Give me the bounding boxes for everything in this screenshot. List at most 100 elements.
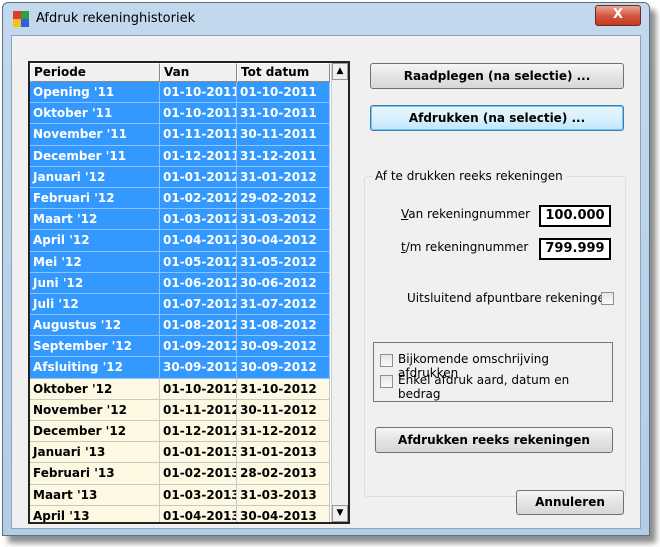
table-row[interactable]: Afsluiting '12 30-09-2012 30-09-2012 [30,357,330,379]
table-row[interactable]: Juli '12 01-07-2012 31-07-2012 [30,293,330,316]
table-cell-periode: Oktober '11 [30,103,160,125]
afpuntbaar-checkbox[interactable] [601,292,614,305]
close-button[interactable]: X [595,5,641,26]
table-cell-tot: 31-01-2013 [237,442,330,464]
table-cell-van: 01-12-2011 [160,145,237,167]
tm-rekeningnummer-input[interactable]: 799.999 [539,238,611,260]
table-cell-periode: Mei '12 [30,251,160,273]
table-cell-van: 01-10-2012 [160,378,237,400]
table-cell-van: 01-03-2012 [160,209,237,231]
table-cell-tot: 31-10-2011 [237,103,330,125]
table-cell-tot: 31-08-2012 [237,315,330,337]
afdrukken-selectie-button[interactable]: Afdrukken (na selectie) ... [370,105,624,131]
print-options-box: Bijkomende omschrijving afdrukken Enkel … [373,342,613,402]
table-row[interactable]: Augustus '12 01-08-2012 31-08-2012 [30,315,330,337]
table-row[interactable]: December '12 01-12-2012 31-12-2012 [30,421,330,443]
table-cell-van: 01-02-2012 [160,187,237,210]
table-row[interactable]: Maart '13 01-03-2013 31-03-2013 [30,484,330,506]
table-row[interactable]: Januari '13 01-01-2013 31-01-2013 [30,442,330,464]
table-cell-periode: Oktober '12 [30,378,160,400]
scroll-up-icon[interactable]: ▲ [332,63,348,80]
table-row[interactable]: Januari '12 01-01-2012 31-01-2012 [30,166,330,188]
table-cell-van: 01-01-2013 [160,442,237,464]
column-header-periode[interactable]: Periode [30,63,160,82]
table-cell-periode: Juni '12 [30,272,160,294]
table-row[interactable]: December '11 01-12-2011 31-12-2011 [30,145,330,167]
table-cell-tot: 30-11-2011 [237,124,330,146]
table-row[interactable]: Oktober '12 01-10-2012 31-10-2012 [30,378,330,400]
tm-rekeningnummer-label: t/m rekeningnummer [401,240,529,254]
table-cell-van: 01-05-2012 [160,251,237,273]
table-cell-tot: 29-02-2012 [237,187,330,210]
table-cell-periode: April '12 [30,230,160,252]
table-cell-van: 30-09-2012 [160,357,237,379]
table-cell-van: 01-02-2013 [160,463,237,485]
table-header: Periode Van datum Tot datum [30,63,330,96]
column-header-tot-datum[interactable]: Tot datum [237,63,330,82]
table-cell-tot: 31-03-2012 [237,209,330,231]
table-cell-periode: November '12 [30,399,160,421]
table-cell-tot: 01-10-2011 [237,82,330,104]
bijkomende-omschrijving-checkbox[interactable] [380,354,393,367]
table-cell-periode: Februari '12 [30,187,160,210]
title-bar[interactable]: Afdruk rekeninghistoriek X [3,3,649,35]
table-row[interactable]: Oktober '11 01-10-2011 31-10-2011 [30,103,330,125]
table-row[interactable]: November '12 01-11-2012 30-11-2012 [30,399,330,421]
table-cell-periode: Januari '12 [30,166,160,188]
table-cell-periode: November '11 [30,124,160,146]
column-header-van-datum[interactable]: Van datum [160,63,237,96]
table-scrollbar[interactable]: ▲ ▼ [331,63,348,522]
afpuntbaar-label: Uitsluitend afpuntbare rekeningen [407,291,613,305]
table-cell-periode: Augustus '12 [30,315,160,337]
period-table[interactable]: Periode Van datum Tot datum Opening '110… [28,61,350,524]
table-cell-van: 01-11-2011 [160,124,237,146]
table-cell-van: 01-06-2012 [160,272,237,294]
afdrukken-reeks-button[interactable]: Afdrukken reeks rekeningen [375,427,613,453]
van-rekeningnummer-input[interactable]: 100.000 [539,205,611,227]
table-cell-periode: April '13 [30,505,160,522]
table-cell-tot: 30-11-2012 [237,399,330,421]
table-cell-van: 01-07-2012 [160,293,237,316]
table-cell-periode: Maart '13 [30,484,160,506]
annuleren-button[interactable]: Annuleren [516,490,624,515]
table-cell-tot: 30-06-2012 [237,272,330,294]
raadplegen-button[interactable]: Raadplegen (na selectie) ... [370,63,624,89]
table-cell-tot: 31-12-2011 [237,145,330,167]
table-cell-tot: 31-12-2012 [237,421,330,443]
table-cell-tot: 31-07-2012 [237,293,330,316]
scroll-down-icon[interactable]: ▼ [332,505,348,522]
table-cell-periode: December '12 [30,421,160,443]
table-cell-van: 01-10-2011 [160,103,237,125]
table-row[interactable]: April '13 01-04-2013 30-04-2013 [30,505,330,522]
table-row[interactable]: Opening '11 01-10-2011 01-10-2011 [30,82,330,104]
enkel-afdruk-label[interactable]: Enkel afdruk aard, datum en bedrag [398,373,612,401]
table-cell-periode: Afsluiting '12 [30,357,160,379]
table-row[interactable]: September '12 01-09-2012 30-09-2012 [30,336,330,358]
table-cell-periode: Juli '12 [30,293,160,316]
table-cell-van: 01-11-2012 [160,399,237,421]
table-cell-periode: Januari '13 [30,442,160,464]
table-cell-van: 01-04-2013 [160,505,237,522]
table-cell-tot: 28-02-2013 [237,463,330,485]
table-cell-tot: 30-09-2012 [237,357,330,379]
table-row[interactable]: November '11 01-11-2011 30-11-2011 [30,124,330,146]
table-cell-periode: Opening '11 [30,82,160,104]
table-cell-van: 01-10-2011 [160,82,237,104]
table-cell-tot: 30-04-2012 [237,230,330,252]
table-cell-tot: 30-04-2013 [237,505,330,522]
table-cell-van: 01-03-2013 [160,484,237,506]
table-cell-van: 01-12-2012 [160,421,237,443]
table-cell-tot: 30-09-2012 [237,336,330,358]
table-row[interactable]: Februari '13 01-02-2013 28-02-2013 [30,463,330,485]
table-row[interactable]: April '12 01-04-2012 30-04-2012 [30,230,330,252]
table-cell-tot: 31-01-2012 [237,166,330,188]
table-cell-periode: Maart '12 [30,209,160,231]
range-groupbox: Af te drukken reeks rekeningen Van reken… [364,169,626,497]
table-row[interactable]: Maart '12 01-03-2012 31-03-2012 [30,209,330,231]
table-row[interactable]: Februari '12 01-02-2012 29-02-2012 [30,187,330,210]
window-title: Afdruk rekeninghistoriek [36,11,196,26]
table-row[interactable]: Juni '12 01-06-2012 30-06-2012 [30,272,330,294]
enkel-afdruk-checkbox[interactable] [380,375,393,388]
table-row[interactable]: Mei '12 01-05-2012 31-05-2012 [30,251,330,273]
table-cell-tot: 31-03-2013 [237,484,330,506]
